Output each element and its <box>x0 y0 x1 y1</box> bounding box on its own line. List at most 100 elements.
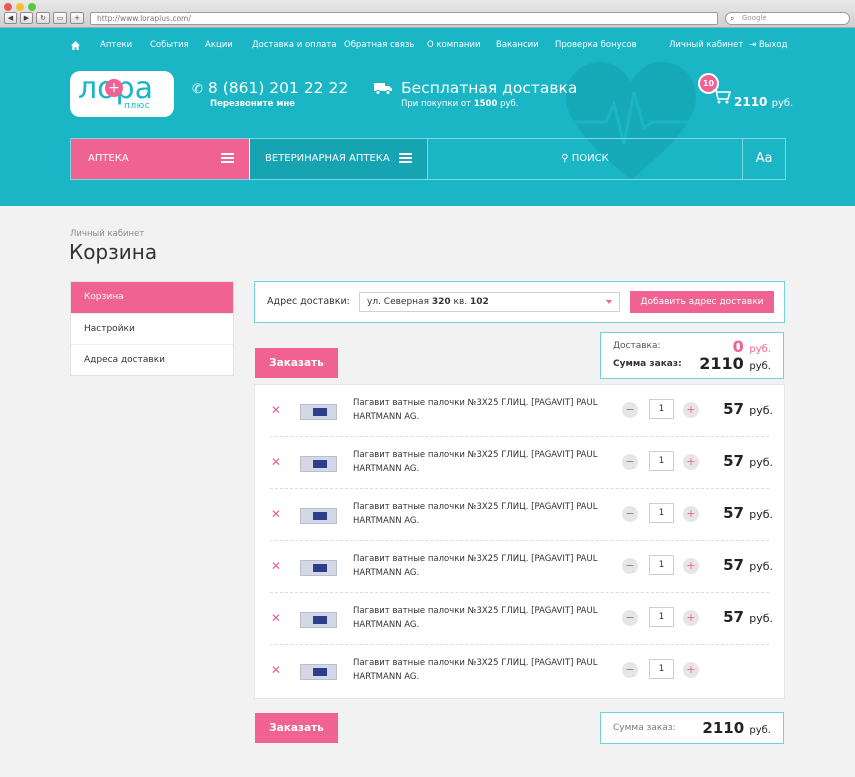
home-icon[interactable] <box>71 41 80 50</box>
delivery-address-label: Адрес доставки: <box>267 296 350 307</box>
item-price-value: 57 <box>723 452 744 470</box>
side-menu-settings[interactable]: Настройки <box>71 313 233 344</box>
quantity-input[interactable]: 1 <box>649 555 674 575</box>
address-street: ул. Северная <box>367 297 429 307</box>
add-address-button[interactable]: Добавить адрес доставки <box>630 291 774 313</box>
nav-delivery[interactable]: Доставка и оплата <box>252 40 337 50</box>
caret-down-icon <box>606 300 612 304</box>
order-button-bottom[interactable]: Заказать <box>255 713 338 743</box>
product-thumbnail[interactable] <box>300 560 337 576</box>
product-thumbnail[interactable] <box>300 456 337 472</box>
plus-icon[interactable]: + <box>683 662 699 678</box>
close-window-button[interactable] <box>4 3 12 11</box>
browser-search-input[interactable]: ⌕ Google <box>725 12 850 25</box>
quantity-input[interactable]: 1 <box>649 399 674 419</box>
plus-icon[interactable]: + <box>683 506 699 522</box>
side-menu-addresses[interactable]: Адреса доставки <box>71 344 233 375</box>
minus-icon[interactable]: − <box>622 454 638 470</box>
breadcrumb[interactable]: Личный кабинет <box>70 229 144 239</box>
delivery-address-select[interactable]: ул. Северная 320 кв. 102 <box>359 292 620 312</box>
minus-icon[interactable]: − <box>622 402 638 418</box>
product-thumbnail[interactable] <box>300 612 337 628</box>
bookmarks-button[interactable]: ▭ <box>53 12 67 24</box>
minimize-window-button[interactable] <box>16 3 24 11</box>
item-price: 57 руб. <box>723 504 773 522</box>
menu-icon <box>399 153 412 164</box>
plus-icon[interactable]: + <box>683 454 699 470</box>
product-name[interactable]: Пагавит ватные палочки №3Х25 ГЛИЦ. [PAGA… <box>353 656 603 684</box>
browser-nav: ◀ ▶ ↻ ▭ + <box>4 12 84 24</box>
address-bar[interactable]: http://www.loraplus.com/ <box>90 12 718 25</box>
quantity-input[interactable]: 1 <box>649 503 674 523</box>
nav-feedback[interactable]: Обратная связь <box>344 40 414 50</box>
item-price: 57 руб. <box>723 400 773 418</box>
close-icon[interactable]: ✕ <box>271 508 281 520</box>
vet-pharmacy-menu-button[interactable]: ВЕТЕРИНАРНАЯ АПТЕКА <box>250 139 428 179</box>
item-price-currency: руб. <box>749 508 773 521</box>
plus-icon[interactable]: + <box>683 558 699 574</box>
order-button-top[interactable]: Заказать <box>255 348 338 378</box>
phone-text: 8 (861) 201 22 22 <box>207 79 349 97</box>
forward-button[interactable]: ▶ <box>20 12 33 24</box>
minus-icon[interactable]: − <box>622 610 638 626</box>
item-price-value: 57 <box>723 556 744 574</box>
font-size-button[interactable]: Aa <box>743 139 785 179</box>
delivery-address-panel: Адрес доставки: ул. Северная 320 кв. 102… <box>254 281 785 323</box>
quantity-input[interactable]: 1 <box>649 607 674 627</box>
quantity-input[interactable]: 1 <box>649 451 674 471</box>
site-logo[interactable]: лора + плюс <box>70 71 174 117</box>
list-item: ✕ Пагавит ватные палочки №3Х25 ГЛИЦ. [PA… <box>255 541 784 593</box>
quantity-input[interactable]: 1 <box>649 659 674 679</box>
address-house: 320 <box>431 297 451 307</box>
phone-number[interactable]: ✆ 8 (861) 201 22 22 <box>192 79 348 97</box>
footer-total: 2110 руб. <box>702 719 771 737</box>
cart-total-value: 2110 <box>734 95 768 109</box>
close-icon[interactable]: ✕ <box>271 664 281 676</box>
nav-account[interactable]: Личный кабинет <box>669 40 743 50</box>
close-icon[interactable]: ✕ <box>271 404 281 416</box>
cart-total-currency: руб. <box>771 98 794 109</box>
item-price-value: 57 <box>723 504 744 522</box>
close-icon[interactable]: ✕ <box>271 456 281 468</box>
nav-vacancies[interactable]: Вакансии <box>496 40 539 50</box>
order-total: 2110 руб. <box>699 354 771 373</box>
product-name[interactable]: Пагавит ватные палочки №3Х25 ГЛИЦ. [PAGA… <box>353 604 603 632</box>
callback-link[interactable]: Перезвоните мне <box>210 99 295 109</box>
search-button[interactable]: ⚲ ПОИСК <box>428 139 743 179</box>
item-price-value: 57 <box>723 400 744 418</box>
product-thumbnail[interactable] <box>300 404 337 420</box>
nav-bonus-check[interactable]: Проверка бонусов <box>555 40 637 50</box>
product-name[interactable]: Пагавит ватные палочки №3Х25 ГЛИЦ. [PAGA… <box>353 552 603 580</box>
order-total-currency: руб. <box>749 361 771 372</box>
logout-link[interactable]: ⇥ Выход <box>749 40 787 50</box>
search-label: ПОИСК <box>571 153 609 164</box>
nav-events[interactable]: События <box>150 40 189 50</box>
minus-icon[interactable]: − <box>622 558 638 574</box>
pharmacy-menu-button[interactable]: АПТЕКА <box>71 139 250 179</box>
product-thumbnail[interactable] <box>300 508 337 524</box>
list-item: ✕ Пагавит ватные палочки №3Х25 ГЛИЦ. [PA… <box>255 645 784 697</box>
add-tab-button[interactable]: + <box>70 12 84 24</box>
minus-icon[interactable]: − <box>622 662 638 678</box>
product-thumbnail[interactable] <box>300 664 337 680</box>
minus-icon[interactable]: − <box>622 506 638 522</box>
list-item: ✕ Пагавит ватные палочки №3Х25 ГЛИЦ. [PA… <box>255 489 784 541</box>
back-button[interactable]: ◀ <box>4 12 17 24</box>
cart-icon[interactable] <box>713 88 731 104</box>
footer-total-currency: руб. <box>749 725 771 736</box>
product-name[interactable]: Пагавит ватные палочки №3Х25 ГЛИЦ. [PAGA… <box>353 500 603 528</box>
nav-about[interactable]: О компании <box>427 40 481 50</box>
plus-icon[interactable]: + <box>683 402 699 418</box>
plus-icon[interactable]: + <box>683 610 699 626</box>
close-icon[interactable]: ✕ <box>271 612 281 624</box>
nav-pharmacies[interactable]: Аптеки <box>100 40 132 50</box>
reload-button[interactable]: ↻ <box>36 12 50 24</box>
nav-promotions[interactable]: Акции <box>205 40 233 50</box>
product-name[interactable]: Пагавит ватные палочки №3Х25 ГЛИЦ. [PAGA… <box>353 396 603 424</box>
delivery-sub-prefix: При покупки от <box>401 99 472 109</box>
product-name[interactable]: Пагавит ватные палочки №3Х25 ГЛИЦ. [PAGA… <box>353 448 603 476</box>
close-icon[interactable]: ✕ <box>271 560 281 572</box>
cart-total[interactable]: 2110 руб. <box>734 95 793 109</box>
maximize-window-button[interactable] <box>28 3 36 11</box>
side-menu-cart[interactable]: Корзина <box>71 282 233 313</box>
